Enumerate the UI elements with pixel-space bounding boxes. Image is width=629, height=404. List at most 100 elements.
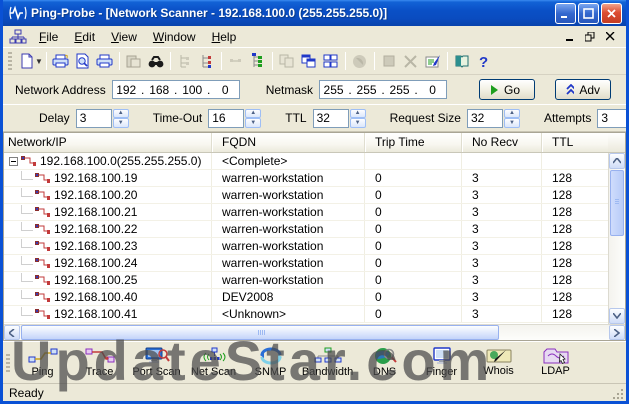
print-preview-icon[interactable]	[72, 50, 94, 72]
row-no-recv-text: 3	[462, 255, 542, 271]
table-row[interactable]: 192.168.100.19 warren-workstation 0 3 12…	[4, 170, 625, 187]
table-row[interactable]: 192.168.100.24 warren-workstation 0 3 12…	[4, 255, 625, 272]
table-row[interactable]: 192.168.100.23 warren-workstation 0 3 12…	[4, 238, 625, 255]
menu-window[interactable]: Window	[145, 28, 204, 46]
cascade-windows-icon[interactable]	[298, 50, 320, 72]
ldap-tool-button[interactable]: LDAP	[527, 344, 584, 382]
find-binoculars-icon[interactable]	[145, 50, 167, 72]
row-ip-text: 192.168.100.23	[54, 239, 138, 253]
table-row[interactable]: 192.168.100.20 warren-workstation 0 3 12…	[4, 187, 625, 204]
table-header: Network/IP FQDN Trip Time No Recv TTL	[4, 133, 625, 153]
finger-tool-button[interactable]: Finger	[413, 344, 470, 382]
row-fqdn-text: warren-workstation	[212, 170, 365, 186]
column-header-ttl[interactable]: TTL	[542, 133, 608, 152]
request-size-spinner[interactable]: 32 ▲ ▼	[466, 108, 520, 128]
ping-tool-button[interactable]: Ping	[14, 344, 71, 382]
close-button[interactable]	[601, 2, 622, 24]
tile-windows-icon[interactable]	[320, 50, 342, 72]
port-scan-tool-button[interactable]: Port Scan	[128, 344, 185, 382]
table-row[interactable]: 192.168.100.0(255.255.255.0) <Complete>	[4, 153, 625, 170]
network-address-input[interactable]: 192. 168. 100. 0	[111, 80, 240, 99]
table-body: 192.168.100.0(255.255.255.0) <Complete> …	[4, 153, 625, 324]
net-scan-tool-button[interactable]: Net Scan	[185, 344, 242, 382]
tree-list-icon[interactable]	[196, 50, 218, 72]
menu-view[interactable]: View	[103, 28, 145, 46]
delay-spinner[interactable]: 3 ▲ ▼	[75, 108, 129, 128]
host-node-icon	[35, 240, 50, 251]
org-tree-icon[interactable]	[247, 50, 269, 72]
whois-tool-button[interactable]: Whois	[470, 344, 527, 382]
bandwidth-tool-button[interactable]: Bandwidth	[299, 344, 356, 382]
netmask-input[interactable]: 255. 255. 255. 0	[319, 80, 448, 99]
menu-help[interactable]: Help	[204, 28, 245, 46]
toolbar-grip[interactable]	[8, 52, 12, 70]
timeout-label: Time-Out	[152, 111, 203, 125]
row-ip-text: 192.168.100.24	[54, 256, 138, 270]
print-setup-icon[interactable]	[50, 50, 72, 72]
row-ttl-text	[542, 153, 608, 169]
globe-disabled-icon	[349, 50, 371, 72]
scroll-down-icon[interactable]	[609, 308, 625, 324]
table-row[interactable]: 192.168.100.22 warren-workstation 0 3 12…	[4, 221, 625, 238]
mdi-restore-button[interactable]	[584, 31, 596, 43]
tools-toolbar-grip[interactable]	[6, 353, 10, 372]
column-header-network-ip[interactable]: Network/IP	[4, 133, 212, 152]
request-size-label: Request Size	[389, 111, 461, 125]
maximize-button[interactable]	[578, 2, 599, 24]
column-header-no-recv[interactable]: No Recv	[462, 133, 542, 152]
mdi-close-button[interactable]	[604, 31, 616, 43]
row-ttl-text: 128	[552, 307, 573, 321]
horizontal-scrollbar[interactable]	[4, 324, 625, 340]
table-row[interactable]: 192.168.100.41 <Unknown> 0 3 128	[4, 306, 625, 323]
resize-grip[interactable]	[611, 387, 624, 400]
horizontal-scroll-thumb[interactable]	[21, 325, 499, 340]
print-icon[interactable]	[94, 50, 116, 72]
subtree-disabled-icon	[225, 50, 247, 72]
dropdown-caret-icon[interactable]: ▼	[35, 57, 43, 66]
scroll-left-icon[interactable]	[4, 325, 20, 340]
snmp-tool-button[interactable]: SNMP	[242, 344, 299, 382]
dns-tool-button[interactable]: DNS	[356, 344, 413, 382]
properties-icon[interactable]	[422, 50, 444, 72]
ttl-spinner[interactable]: 32 ▲ ▼	[312, 108, 366, 128]
tree-list-disabled-icon	[174, 50, 196, 72]
tree-collapse-icon[interactable]	[9, 156, 18, 166]
scroll-right-icon[interactable]	[609, 325, 625, 340]
dns-icon	[374, 348, 397, 364]
scan-results-table: Network/IP FQDN Trip Time No Recv TTL 19…	[3, 132, 626, 341]
menu-edit[interactable]: Edit	[66, 28, 103, 46]
column-header-fqdn[interactable]: FQDN	[212, 133, 365, 152]
minimize-button[interactable]	[555, 2, 576, 24]
tools-toolbar: Ping Trace Port Scan Net Scan SNMP Bandw…	[3, 341, 626, 383]
column-header-trip-time[interactable]: Trip Time	[365, 133, 462, 152]
mdi-minimize-button[interactable]	[564, 31, 576, 43]
menu-file[interactable]: File	[31, 28, 66, 46]
row-ip-text: 192.168.100.40	[54, 290, 138, 304]
table-row[interactable]: 192.168.100.21 warren-workstation 0 3 12…	[4, 204, 625, 221]
vertical-scrollbar[interactable]	[608, 153, 625, 324]
row-no-recv-text: 3	[462, 272, 542, 288]
row-no-recv-text: 3	[462, 306, 542, 322]
row-trip-time-text: 0	[365, 272, 462, 288]
timeout-spinner[interactable]: 16 ▲ ▼	[208, 108, 262, 128]
params-bar: Delay 3 ▲ ▼ Time-Out 16 ▲ ▼ TTL 32 ▲ ▼ Requ…	[3, 105, 626, 132]
trace-tool-button[interactable]: Trace	[71, 344, 128, 382]
row-fqdn-text: warren-workstation	[212, 238, 365, 254]
attempts-spinner[interactable]: 3 ▲▼	[597, 108, 626, 128]
port-scan-icon	[145, 347, 170, 363]
book-icon[interactable]	[451, 50, 473, 72]
row-ttl-text: 128	[552, 205, 573, 219]
delete-disabled-icon	[400, 50, 422, 72]
scroll-up-icon[interactable]	[609, 153, 625, 169]
help-icon[interactable]: ?	[473, 50, 495, 72]
mdi-child-icon	[9, 29, 27, 44]
tree-branch-connector	[21, 204, 33, 214]
vertical-scroll-thumb[interactable]	[610, 170, 624, 236]
go-button[interactable]: Go	[479, 79, 536, 100]
adv-button[interactable]: Adv	[555, 79, 612, 100]
title-bar[interactable]: Ping-Probe - [Network Scanner - 192.168.…	[3, 0, 626, 26]
table-row[interactable]: 192.168.100.40 DEV2008 0 3 128	[4, 289, 625, 306]
table-row[interactable]: 192.168.100.25 warren-workstation 0 3 12…	[4, 272, 625, 289]
row-ttl-text: 128	[552, 188, 573, 202]
tree-branch-connector	[21, 255, 33, 265]
